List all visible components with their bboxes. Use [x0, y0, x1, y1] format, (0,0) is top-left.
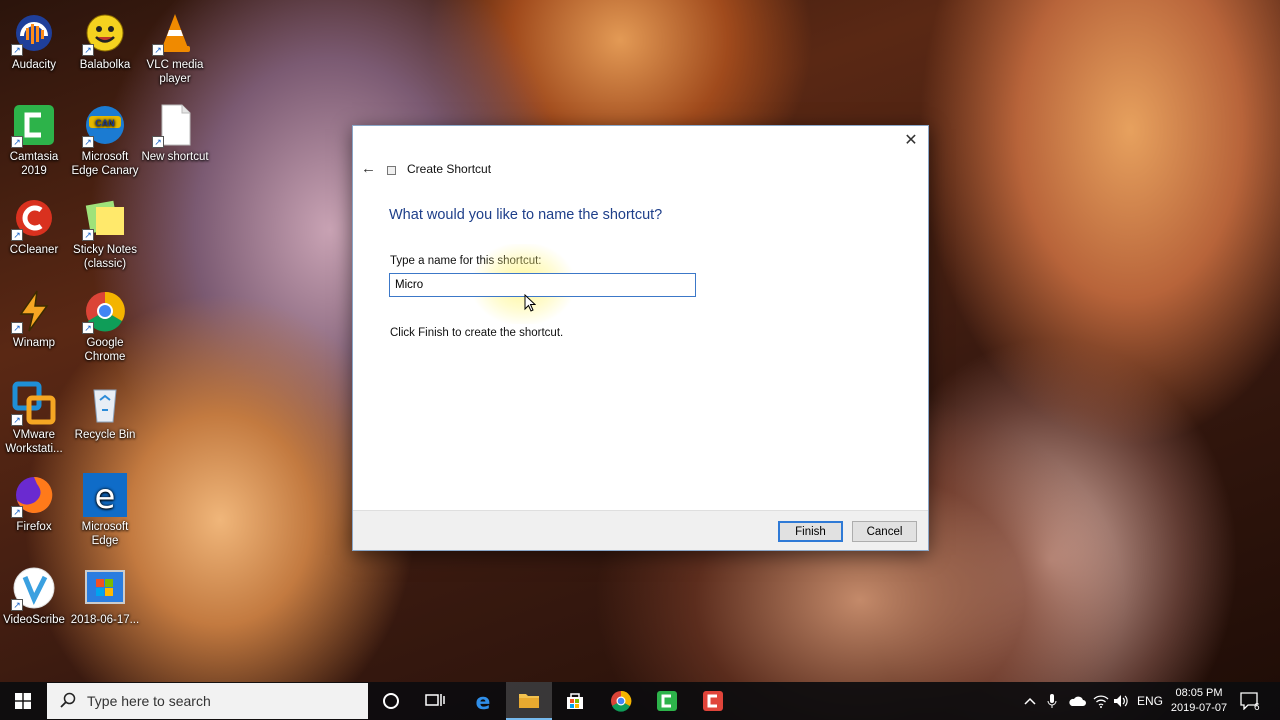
desktop-icon-label: Google Chrome: [84, 337, 126, 363]
search-placeholder: Type here to search: [87, 693, 211, 709]
taskbar: Type here to search e ENG 08:05 PM 2019-…: [0, 682, 1280, 720]
desktop-icon-label: Camtasia 2019: [9, 151, 59, 177]
desktop-icon-vlc[interactable]: ↗ VLC media player: [138, 10, 212, 86]
winamp-icon: ↗: [11, 288, 57, 334]
back-arrow-icon[interactable]: ←: [361, 160, 376, 177]
finish-button[interactable]: Finish: [778, 521, 843, 542]
desktop-icon-vmware[interactable]: ↗ VMware Workstati...: [0, 380, 71, 456]
finish-hint-text: Click Finish to create the shortcut.: [390, 327, 564, 339]
shortcut-icon: [387, 166, 396, 175]
dialog-title: Create Shortcut: [407, 162, 492, 176]
desktop-icon-firefox[interactable]: ↗ Firefox: [0, 472, 71, 534]
notification-count: 6: [1254, 702, 1260, 713]
desktop-icon-microsoft-edge[interactable]: e Microsoft Edge: [68, 472, 142, 548]
file-explorer-icon[interactable]: [506, 682, 552, 720]
image-file-icon: [82, 565, 128, 611]
desktop-icon-label: Audacity: [11, 59, 57, 71]
desktop-icon-label: New shortcut: [141, 151, 209, 163]
camtasia-recorder-icon[interactable]: [690, 682, 736, 720]
desktop-icon-label: CCleaner: [9, 244, 59, 256]
camtasia-taskbar-icon[interactable]: [644, 682, 690, 720]
chevron-up-icon[interactable]: [1024, 682, 1038, 720]
wifi-icon[interactable]: [1093, 682, 1109, 720]
desktop-icon-label: Recycle Bin: [74, 429, 136, 441]
desktop-icon-ccleaner[interactable]: ↗ CCleaner: [0, 195, 71, 257]
desktop-icon-label: Firefox: [16, 521, 52, 533]
firefox-icon: ↗: [11, 472, 57, 518]
svg-text:CAN: CAN: [95, 118, 115, 128]
language-indicator[interactable]: ENG: [1137, 682, 1163, 720]
taskbar-clock[interactable]: 08:05 PM 2019-07-07: [1168, 686, 1230, 716]
balabolka-icon: ↗: [82, 10, 128, 56]
desktop-icon-label: Microsoft Edge Canary: [71, 151, 139, 177]
desktop-icon-label: VideoScribe: [3, 614, 65, 626]
shortcut-name-input[interactable]: [389, 273, 696, 297]
shortcut-name-label: Type a name for this shortcut:: [390, 255, 542, 267]
dialog-footer: Finish Cancel: [353, 510, 928, 550]
vlc-icon: ↗: [152, 10, 198, 56]
desktop-icon-google-chrome[interactable]: ↗ Google Chrome: [68, 288, 142, 364]
start-button[interactable]: [0, 682, 46, 720]
search-icon: [53, 692, 83, 711]
recycle-bin-icon: [82, 380, 128, 426]
audacity-icon: ↗: [11, 10, 57, 56]
vmware-icon: ↗: [11, 380, 57, 426]
desktop-icon-videoscribe[interactable]: ↗ VideoScribe: [0, 565, 71, 627]
microphone-icon[interactable]: [1047, 682, 1061, 720]
clock-date: 2019-07-07: [1170, 702, 1228, 714]
camtasia-icon: ↗: [11, 102, 57, 148]
mouse-pointer-icon: [524, 294, 536, 312]
desktop-icon-recycle-bin[interactable]: Recycle Bin: [68, 380, 142, 442]
videoscribe-icon: ↗: [11, 565, 57, 611]
desktop-icon-label: Balabolka: [79, 59, 131, 71]
desktop-icon-image-file[interactable]: 2018-06-17...: [68, 565, 142, 627]
desktop-icon-label: Sticky Notes (classic): [73, 244, 137, 270]
task-view-icon[interactable]: [412, 682, 458, 720]
desktop-icon-audacity[interactable]: ↗ Audacity: [0, 10, 71, 72]
edge-canary-icon: CAN ↗: [82, 102, 128, 148]
clock-time: 08:05 PM: [1175, 687, 1223, 699]
onedrive-icon[interactable]: [1068, 682, 1086, 720]
dialog-heading: What would you like to name the shortcut…: [389, 207, 663, 223]
chrome-icon: ↗: [82, 288, 128, 334]
desktop-icon-balabolka[interactable]: ↗ Balabolka: [68, 10, 142, 72]
desktop-icon-label: Winamp: [12, 337, 56, 349]
edge-icon: e: [82, 472, 128, 518]
svg-text:e: e: [476, 690, 491, 712]
cancel-button[interactable]: Cancel: [852, 521, 917, 542]
desktop-icon-edge-canary[interactable]: CAN ↗ Microsoft Edge Canary: [68, 102, 142, 178]
desktop-icon-label: 2018-06-17...: [70, 614, 140, 626]
svg-text:e: e: [95, 477, 116, 517]
windows-logo-icon: [15, 693, 31, 709]
edge-taskbar-icon[interactable]: e: [460, 682, 506, 720]
desktop-icon-label: VMware Workstati...: [5, 429, 63, 455]
desktop-icon-new-shortcut[interactable]: ↗ New shortcut: [138, 102, 212, 164]
desktop-icon-label: Microsoft Edge: [81, 521, 129, 547]
desktop-icon-label: VLC media player: [146, 59, 204, 85]
desktop-icon-sticky-notes[interactable]: ↗ Sticky Notes (classic): [68, 195, 142, 271]
desktop-icon-camtasia[interactable]: ↗ Camtasia 2019: [0, 102, 71, 178]
blank-file-icon: ↗: [152, 102, 198, 148]
chrome-taskbar-icon[interactable]: [598, 682, 644, 720]
store-icon[interactable]: [552, 682, 598, 720]
taskbar-search-box[interactable]: Type here to search: [47, 683, 368, 719]
ccleaner-icon: ↗: [11, 195, 57, 241]
desktop-icon-winamp[interactable]: ↗ Winamp: [0, 288, 71, 350]
close-icon[interactable]: ✕: [902, 132, 920, 150]
action-center-button[interactable]: 6: [1240, 682, 1266, 720]
sticky-notes-icon: ↗: [82, 195, 128, 241]
volume-icon[interactable]: [1113, 682, 1129, 720]
cortana-icon[interactable]: [368, 682, 414, 720]
create-shortcut-dialog: ✕ ← Create Shortcut What would you like …: [352, 125, 929, 551]
